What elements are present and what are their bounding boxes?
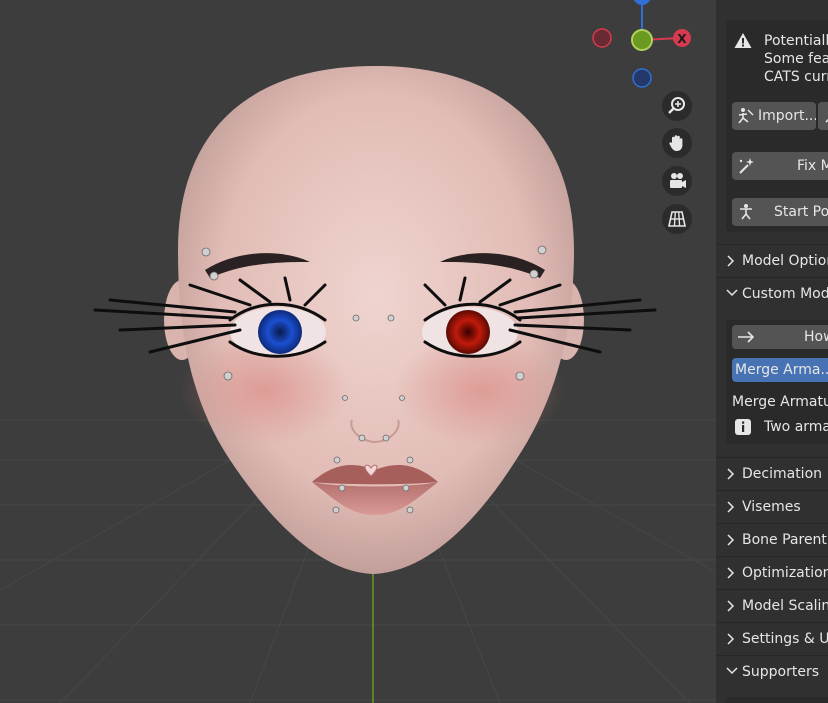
import-button-label: Import... bbox=[758, 108, 816, 124]
section-supporters[interactable]: Supporters bbox=[716, 657, 828, 687]
pan-button[interactable] bbox=[662, 128, 692, 158]
section-label: Optimization bbox=[742, 565, 828, 581]
supporters-box bbox=[726, 697, 828, 703]
warning-line-2: Some feat bbox=[764, 51, 828, 67]
section-visemes[interactable]: Visemes bbox=[716, 492, 828, 522]
grid-ortho-icon bbox=[668, 211, 686, 227]
axis-neg-x[interactable] bbox=[592, 28, 612, 48]
section-optimization[interactable]: Optimization bbox=[716, 558, 828, 588]
tab-merge-armature[interactable]: Merge Arma... bbox=[732, 358, 828, 382]
divider bbox=[716, 622, 828, 623]
export-button[interactable] bbox=[818, 102, 828, 130]
3d-viewport[interactable]: X bbox=[0, 0, 716, 703]
cats-side-panel[interactable]: Potentially Some feat CATS curr Import..… bbox=[716, 0, 828, 703]
warning-icon bbox=[734, 33, 752, 48]
armature-person-icon bbox=[825, 118, 828, 123]
how-to-button[interactable]: How bbox=[732, 325, 828, 349]
warning-line-1: Potentially bbox=[764, 33, 828, 49]
divider bbox=[716, 490, 828, 491]
info-text: Two arma bbox=[764, 419, 828, 435]
arrow-right-icon bbox=[738, 331, 755, 343]
chevron-right-icon bbox=[727, 600, 735, 612]
head-model bbox=[93, 66, 657, 574]
info-icon bbox=[735, 419, 751, 435]
section-decimation[interactable]: Decimation bbox=[716, 459, 828, 489]
section-label: Visemes bbox=[742, 499, 801, 515]
chevron-right-icon bbox=[727, 534, 735, 546]
section-model-scaling[interactable]: Model Scalin bbox=[716, 591, 828, 621]
section-settings-updates[interactable]: Settings & Up bbox=[716, 624, 828, 654]
section-label: Settings & Up bbox=[742, 631, 828, 647]
section-label: Supporters bbox=[742, 664, 820, 680]
chevron-right-icon bbox=[727, 255, 735, 267]
axis-y[interactable] bbox=[631, 29, 653, 51]
chevron-down-icon bbox=[726, 667, 738, 675]
section-label: Model Option bbox=[742, 253, 828, 269]
merge-armature-label: Merge Armatur bbox=[732, 394, 828, 410]
section-label: Custom Mode bbox=[742, 286, 828, 302]
divider bbox=[716, 277, 828, 278]
fix-model-button[interactable]: Fix M bbox=[732, 152, 828, 180]
zoom-button[interactable] bbox=[662, 91, 692, 121]
camera-button[interactable] bbox=[662, 166, 692, 196]
section-model-options[interactable]: Model Option bbox=[716, 246, 828, 276]
divider bbox=[716, 556, 828, 557]
viewport-scene bbox=[0, 66, 716, 703]
hand-pan-icon bbox=[669, 135, 683, 151]
merge-tab-label: Merge Arma... bbox=[735, 362, 828, 378]
how-to-label: How bbox=[804, 329, 828, 345]
section-bone-parenting[interactable]: Bone Parentin bbox=[716, 525, 828, 555]
fix-model-label: Fix M bbox=[797, 158, 828, 174]
magic-wand-icon bbox=[739, 158, 754, 174]
section-label: Decimation bbox=[742, 466, 823, 482]
chevron-down-icon bbox=[726, 289, 738, 297]
chevron-right-icon bbox=[727, 501, 735, 513]
ortho-toggle-button[interactable] bbox=[662, 204, 692, 234]
armature-person-icon bbox=[738, 108, 754, 124]
start-pose-mode-button[interactable]: Start Po bbox=[732, 198, 828, 226]
divider bbox=[716, 589, 828, 590]
section-label: Model Scalin bbox=[742, 598, 828, 614]
axis-neg-z[interactable] bbox=[632, 68, 652, 88]
chevron-right-icon bbox=[727, 633, 735, 645]
zoom-icon bbox=[668, 97, 685, 114]
axis-z[interactable] bbox=[633, 0, 651, 5]
divider bbox=[716, 523, 828, 524]
start-pose-label: Start Po bbox=[774, 204, 828, 220]
section-label: Bone Parentin bbox=[742, 532, 828, 548]
camera-icon bbox=[670, 173, 686, 188]
chevron-right-icon bbox=[727, 468, 735, 480]
import-button[interactable]: Import... bbox=[732, 102, 816, 130]
pose-figure-icon bbox=[740, 204, 752, 220]
divider bbox=[716, 655, 828, 656]
warning-line-3: CATS curr bbox=[764, 69, 828, 85]
axis-x-label: X bbox=[677, 32, 687, 46]
navigation-gizmo[interactable]: X bbox=[580, 0, 700, 100]
section-custom-model[interactable]: Custom Mode bbox=[716, 279, 828, 309]
divider bbox=[716, 244, 828, 245]
chevron-right-icon bbox=[727, 567, 735, 579]
divider bbox=[716, 457, 828, 458]
